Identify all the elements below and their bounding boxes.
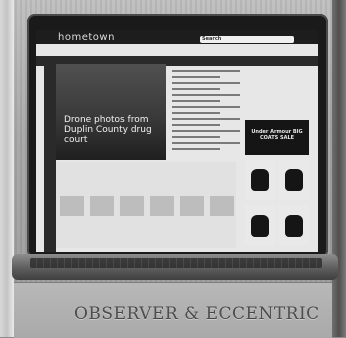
headline-line[interactable] <box>172 76 220 78</box>
headline-line[interactable] <box>172 142 240 144</box>
headline-list[interactable] <box>172 66 240 176</box>
right-post <box>332 0 346 337</box>
news-card[interactable] <box>210 196 234 216</box>
ad-text: Under Armour BIG COATS SALE <box>251 129 303 141</box>
product-tile[interactable] <box>245 205 275 245</box>
left-rail <box>44 66 56 252</box>
headline-line[interactable] <box>172 136 220 138</box>
product-tile[interactable] <box>245 160 275 200</box>
hero-headline[interactable]: Drone photos from Duplin County drug cou… <box>64 115 162 145</box>
news-card[interactable] <box>90 196 114 216</box>
hero-image[interactable] <box>56 64 166 160</box>
headline-line[interactable] <box>172 94 240 96</box>
jacket-icon <box>251 215 269 237</box>
headline-line[interactable] <box>172 124 220 126</box>
left-post <box>0 0 14 337</box>
product-tile[interactable] <box>279 160 309 200</box>
jacket-icon <box>285 215 303 237</box>
product-tile[interactable] <box>279 205 309 245</box>
headline-line[interactable] <box>172 148 220 150</box>
keyboard <box>30 258 322 268</box>
headline-line[interactable] <box>172 118 240 120</box>
headline-line[interactable] <box>172 70 240 72</box>
search-label: Search <box>202 36 222 42</box>
sign-wordmark: OBSERVER & ECCENTRIC <box>74 304 320 324</box>
news-card[interactable] <box>180 196 204 216</box>
headline-line[interactable] <box>172 106 240 108</box>
news-card[interactable] <box>150 196 174 216</box>
jacket-icon <box>251 169 269 191</box>
headline-line[interactable] <box>172 100 220 102</box>
headline-line[interactable] <box>172 130 240 132</box>
news-card[interactable] <box>120 196 144 216</box>
news-card[interactable] <box>60 196 84 216</box>
headline-line[interactable] <box>172 88 220 90</box>
jacket-icon <box>285 169 303 191</box>
headline-line[interactable] <box>172 82 240 84</box>
headline-line[interactable] <box>172 112 220 114</box>
site-brand[interactable]: hometown <box>58 32 115 43</box>
